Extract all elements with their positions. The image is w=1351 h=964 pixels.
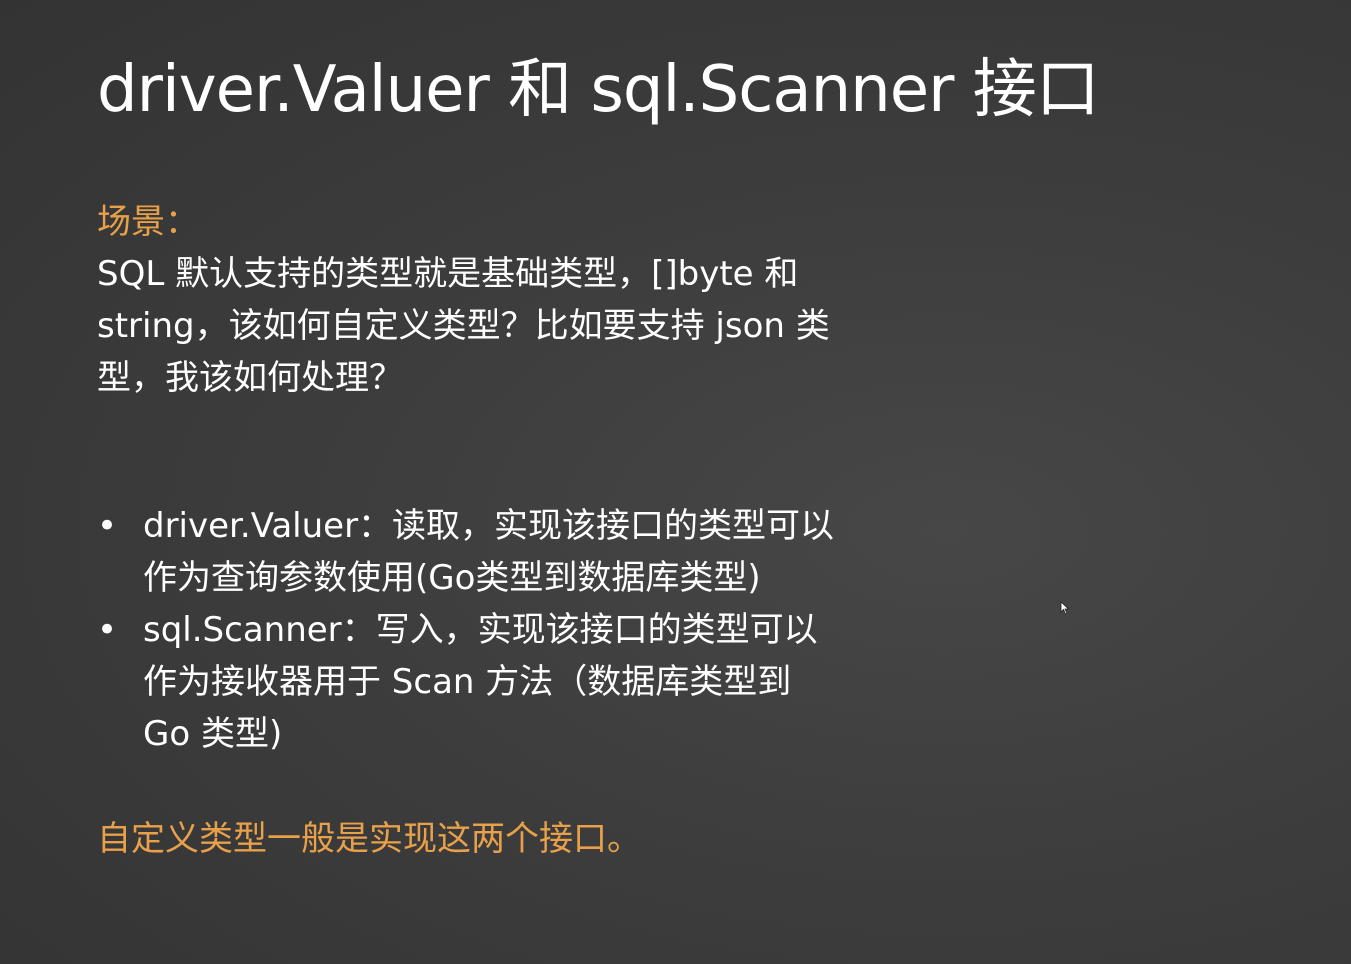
- slide: driver.Valuer 和 sql.Scanner 接口 场景： SQL 默…: [0, 0, 1351, 964]
- scene-description: SQL 默认支持的类型就是基础类型，[]byte 和 string，该如何自定义…: [97, 248, 897, 404]
- bullet-line: 作为查询参数使用(Go类型到数据库类型): [143, 558, 761, 598]
- scene-line: string，该如何自定义类型？比如要支持 json 类: [97, 306, 830, 346]
- bullet-line: sql.Scanner：写入，实现该接口的类型可以: [143, 610, 818, 650]
- mouse-pointer-icon: [1060, 601, 1070, 615]
- bullet-line: driver.Valuer：读取，实现该接口的类型可以: [143, 506, 835, 546]
- scene-line: SQL 默认支持的类型就是基础类型，[]byte 和: [97, 254, 799, 294]
- slide-title: driver.Valuer 和 sql.Scanner 接口: [97, 53, 1100, 127]
- bullet-item-sql-scanner: • sql.Scanner：写入，实现该接口的类型可以 作为接收器用于 Scan…: [97, 604, 917, 760]
- bullet-list: • driver.Valuer：读取，实现该接口的类型可以 作为查询参数使用(G…: [97, 500, 917, 760]
- bullet-line: 作为接收器用于 Scan 方法（数据库类型到: [143, 662, 792, 702]
- bullet-marker: •: [97, 506, 118, 546]
- summary-text: 自定义类型一般是实现这两个接口。: [97, 819, 641, 859]
- scene-label: 场景：: [97, 202, 199, 242]
- bullet-item-driver-valuer: • driver.Valuer：读取，实现该接口的类型可以 作为查询参数使用(G…: [97, 500, 917, 604]
- bullet-line: Go 类型): [143, 714, 283, 754]
- scene-line: 型，我该如何处理？: [97, 358, 403, 398]
- bullet-marker: •: [97, 610, 118, 650]
